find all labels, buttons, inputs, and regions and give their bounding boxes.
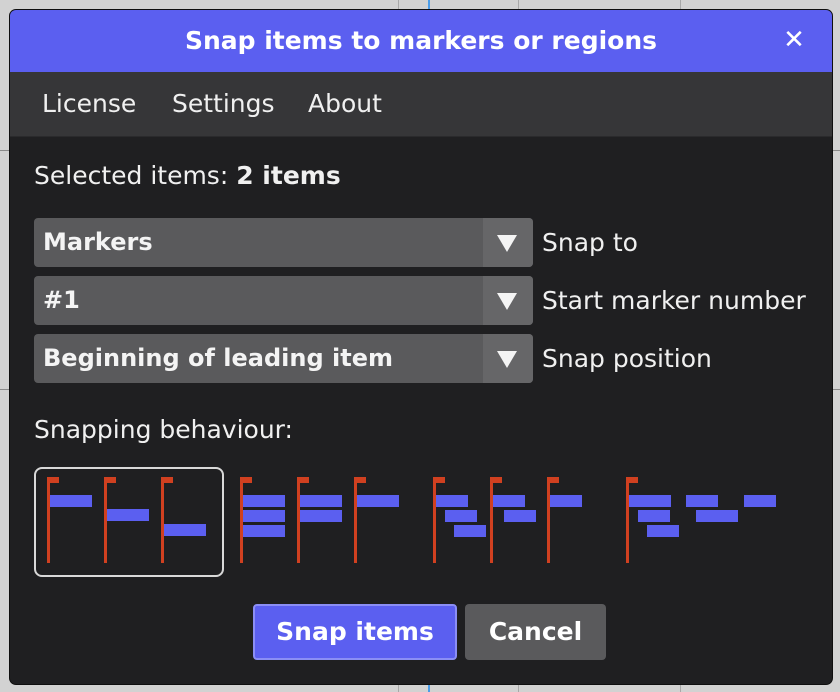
selected-items-label: Selected items:: [34, 161, 237, 190]
chevron-down-icon: [497, 235, 517, 252]
snap-to-dropdown-toggle[interactable]: [483, 218, 533, 267]
snap-items-button[interactable]: Snap items: [253, 604, 457, 660]
behaviour-option-cascade-single[interactable]: [622, 467, 794, 577]
chevron-down-icon: [497, 351, 517, 368]
snap-to-dropdown[interactable]: Markers: [34, 218, 533, 267]
behaviour-option-stacked[interactable]: [236, 467, 406, 577]
snap-to-label: Snap to: [542, 228, 638, 257]
menu-item-about[interactable]: About: [308, 72, 382, 136]
title-bar[interactable]: Snap items to markers or regions ✕: [10, 10, 832, 72]
dialog-content: Selected items: 2 items Markers Snap to …: [10, 137, 832, 684]
snap-dialog: Snap items to markers or regions ✕ Licen…: [10, 10, 832, 684]
dialog-title: Snap items to markers or regions: [184, 26, 658, 55]
selected-items-text: Selected items: 2 items: [34, 161, 341, 190]
behaviour-option-staircase[interactable]: [34, 467, 224, 577]
cascade-single-icon: [626, 477, 776, 563]
snap-position-dropdown[interactable]: Beginning of leading item: [34, 334, 533, 383]
close-icon[interactable]: ✕: [778, 24, 810, 56]
snapping-behaviour-label: Snapping behaviour:: [34, 415, 293, 444]
start-marker-dropdown-toggle[interactable]: [483, 276, 533, 325]
staircase-icon: [47, 477, 206, 563]
behaviour-option-cascade[interactable]: [430, 467, 590, 577]
stacked-icon: [240, 477, 399, 563]
chevron-down-icon: [497, 293, 517, 310]
menu-item-license[interactable]: License: [42, 72, 136, 136]
snap-position-label: Snap position: [542, 344, 712, 373]
snap-position-dropdown-toggle[interactable]: [483, 334, 533, 383]
cascade-icon: [433, 477, 582, 563]
menu-bar: License Settings About: [10, 72, 832, 137]
start-marker-value: #1: [43, 286, 80, 314]
snap-to-value: Markers: [43, 228, 153, 256]
selected-items-count: 2 items: [236, 161, 341, 190]
start-marker-label: Start marker number: [542, 286, 806, 315]
cancel-button[interactable]: Cancel: [465, 604, 606, 660]
start-marker-dropdown[interactable]: #1: [34, 276, 533, 325]
menu-item-settings[interactable]: Settings: [172, 72, 275, 136]
snap-position-value: Beginning of leading item: [43, 344, 393, 372]
